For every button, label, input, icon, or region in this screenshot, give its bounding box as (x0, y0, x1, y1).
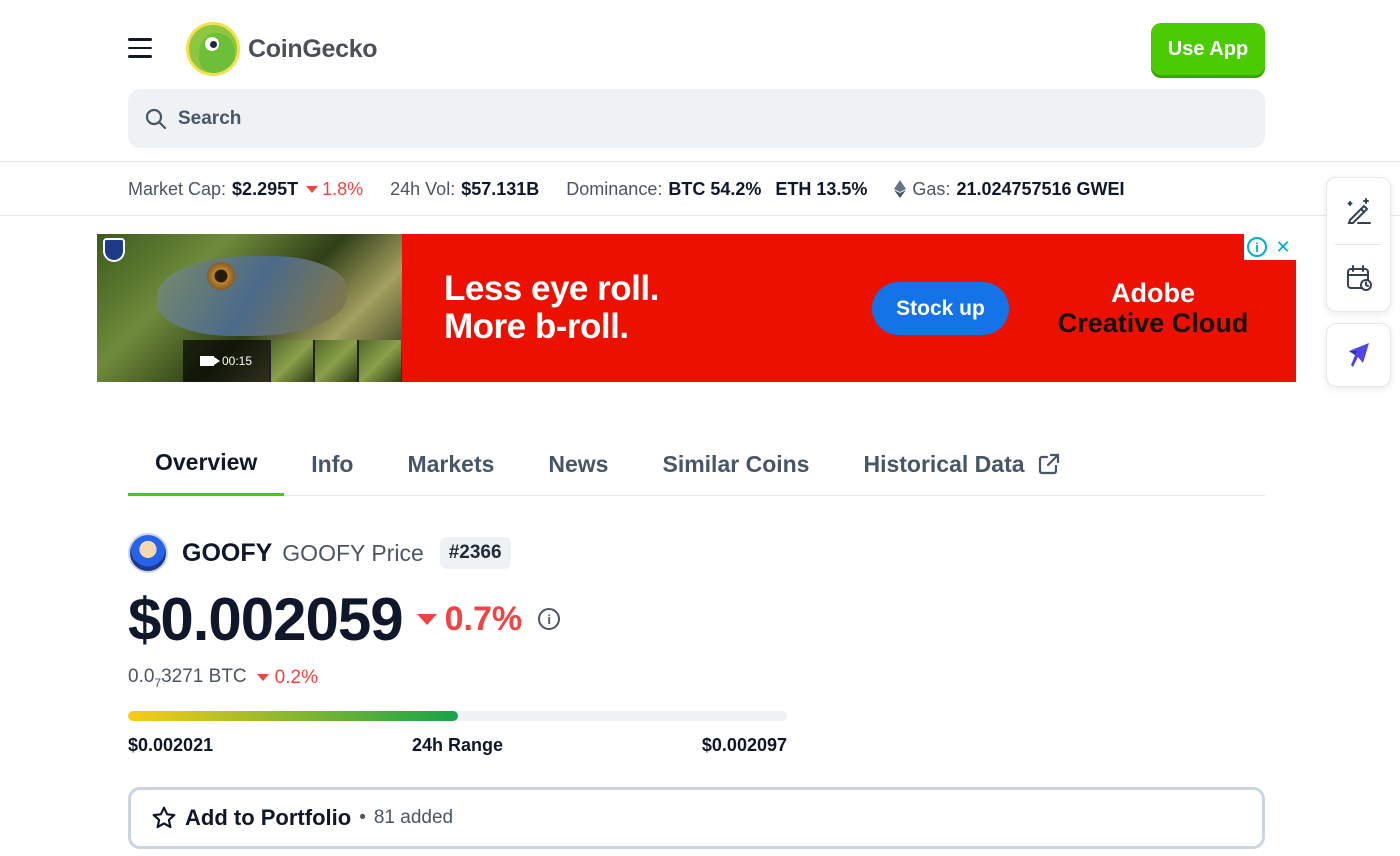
coin-avatar (128, 533, 168, 573)
hamburger-menu-icon[interactable] (128, 38, 152, 60)
coin-rank-badge: #2366 (439, 537, 511, 569)
ai-assistant-button[interactable] (1326, 323, 1391, 387)
btc-price-row: 0.073271 BTC 0.2% (128, 666, 318, 690)
btc-price: 0.073271 BTC (128, 666, 247, 690)
range-labels: $0.002021 24h Range $0.002097 (128, 735, 787, 756)
magic-pen-icon (1347, 198, 1371, 224)
video-camera-icon (199, 356, 220, 366)
market-cap-change-value: 1.8% (322, 178, 364, 199)
range-low: $0.002021 (128, 735, 214, 755)
market-cap-label: Market Cap: (128, 178, 227, 199)
btc-price-prefix: 0.0 (128, 666, 155, 687)
video-thumbnail[interactable] (269, 340, 313, 382)
range-bar-fill (128, 711, 458, 721)
video-duration: 00:15 (183, 340, 269, 382)
ad-brand-line-1: Adobe (1111, 278, 1195, 308)
external-link-icon (1038, 453, 1059, 475)
ad-headline-line-2: More b-roll. (444, 307, 629, 346)
coin-tabs: Overview Info Markets News Similar Coins… (128, 432, 1265, 496)
gecko-logo-icon (186, 22, 240, 76)
vol-label: 24h Vol: (390, 178, 456, 199)
down-arrow-icon (306, 185, 319, 193)
video-time: 00:15 (221, 354, 253, 368)
tab-similar-coins[interactable]: Similar Coins (635, 432, 836, 496)
video-thumbnail[interactable] (357, 340, 401, 382)
star-icon (152, 806, 176, 829)
price-change: 0.7% (416, 599, 523, 639)
btc-change: 0.2% (256, 666, 318, 689)
ad-controls: i ✕ (1244, 234, 1296, 260)
price-change-value: 0.7% (444, 599, 523, 638)
use-app-button[interactable]: Use App (1151, 23, 1265, 75)
side-toolbar (1326, 177, 1391, 312)
market-cap-change: 1.8% (306, 179, 363, 200)
info-icon[interactable]: i (538, 608, 561, 630)
tab-historical-data-label: Historical Data (863, 450, 1025, 477)
vol-value: $57.131B (461, 178, 540, 199)
add-to-portfolio-button[interactable]: Add to Portfolio • 81 added (128, 787, 1265, 849)
ad-shield-icon (103, 238, 125, 262)
portfolio-separator: • (359, 807, 366, 828)
tab-info[interactable]: Info (284, 432, 380, 496)
dominance-eth: ETH 13.5% (775, 178, 868, 199)
ad-brand-line-2: Creative Cloud (1057, 308, 1249, 338)
range-high: $0.002097 (701, 735, 787, 755)
down-arrow-icon (256, 674, 269, 682)
tab-historical-data[interactable]: Historical Data (836, 432, 1087, 496)
divider (0, 215, 1400, 216)
portfolio-count: 81 added (373, 807, 454, 828)
rocket-icon (1348, 343, 1369, 367)
sparkle-pen-tool[interactable] (1327, 178, 1390, 244)
coin-header: GOOFY GOOFY Price #2366 (128, 533, 511, 573)
ad-cta-button[interactable]: Stock up (872, 282, 1009, 335)
tab-markets[interactable]: Markets (380, 432, 521, 496)
site-header: CoinGecko Use App Search (0, 0, 1400, 162)
coingecko-logo[interactable]: CoinGecko (186, 22, 378, 76)
calendar-tool[interactable] (1327, 245, 1390, 311)
price-row: $0.002059 0.7% i (128, 585, 561, 653)
search-icon (145, 108, 167, 129)
ethereum-icon (894, 180, 907, 198)
dominance-label: Dominance: (566, 178, 663, 199)
btc-price-rest: 3271 BTC (161, 666, 247, 687)
coin-price: $0.002059 (128, 585, 404, 653)
dominance-btc: BTC 54.2% (668, 178, 762, 199)
btc-change-value: 0.2% (274, 666, 318, 688)
portfolio-label: Add to Portfolio (185, 805, 352, 830)
coin-subtitle: GOOFY Price (282, 539, 424, 566)
advertisement-banner[interactable]: 00:15 Less eye roll. More b-roll. Stock … (97, 234, 1296, 382)
ad-brand: Adobe Creative Cloud (1047, 278, 1259, 338)
ad-video-image[interactable]: 00:15 (97, 234, 402, 382)
global-stats-bar: Market Cap: $2.295T 1.8% 24h Vol: $57.13… (128, 174, 1125, 204)
gas-label: Gas: (912, 178, 951, 199)
logo-text: CoinGecko (248, 34, 378, 63)
ad-video-controls[interactable]: 00:15 (183, 340, 402, 382)
gas-value: 21.024757516 GWEI (956, 178, 1125, 199)
down-arrow-icon (416, 613, 437, 625)
tab-overview[interactable]: Overview (128, 432, 285, 496)
ad-close-icon[interactable]: ✕ (1270, 234, 1296, 260)
ad-headline-line-1: Less eye roll. (444, 269, 659, 308)
calendar-icon (1346, 265, 1372, 291)
search-placeholder: Search (178, 107, 242, 129)
market-cap-value: $2.295T (232, 178, 299, 199)
ad-info-icon[interactable]: i (1247, 237, 1267, 257)
search-input[interactable]: Search (128, 89, 1265, 148)
tab-news[interactable]: News (521, 432, 635, 496)
range-bar (128, 711, 787, 721)
ad-headline: Less eye roll. More b-roll. (444, 270, 659, 346)
coin-name: GOOFY (182, 538, 273, 567)
range-label: 24h Range (411, 735, 504, 755)
video-thumbnail[interactable] (313, 340, 357, 382)
